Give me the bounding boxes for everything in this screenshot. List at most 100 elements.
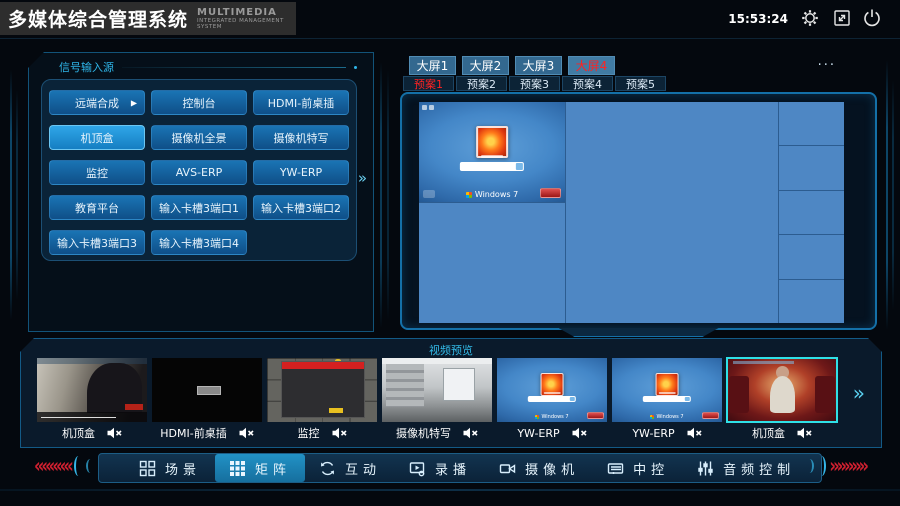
preview-item[interactable]: 摄像机特写 (382, 358, 492, 444)
wall-cell[interactable] (779, 146, 844, 189)
user-name-placeholder (481, 155, 503, 158)
nav-item-scene[interactable]: 场景 (125, 454, 215, 482)
source-button[interactable]: 输入卡槽3端口1 (151, 195, 247, 220)
preview-next-chevron-icon[interactable]: » (853, 383, 865, 403)
decorative-line (10, 70, 12, 320)
screen-panel: 大屏1 大屏2 大屏3 大屏4 预案1 预案2 预案3 预案4 预案5 ··· … (395, 52, 882, 340)
thumbnail-image: Windows 7 (612, 358, 722, 422)
source-button[interactable]: 摄像机全景 (151, 125, 247, 150)
tab-preset-3[interactable]: 预案3 (509, 76, 560, 91)
thumbnail-image (267, 358, 377, 422)
screen-tab-row: 大屏1 大屏2 大屏3 大屏4 (409, 56, 615, 75)
nav-item-interact[interactable]: 互动 (305, 454, 395, 482)
source-button[interactable]: 输入卡槽3端口4 (151, 230, 247, 255)
nav-item-audio-control[interactable]: 音频控制 (683, 454, 809, 482)
decorative-line (16, 90, 18, 300)
resize-window-icon[interactable] (832, 8, 852, 28)
control-panel-icon (607, 460, 624, 477)
interact-arrows-icon (319, 460, 336, 477)
tab-screen-4[interactable]: 大屏4 (568, 56, 615, 75)
tab-preset-2[interactable]: 预案2 (456, 76, 507, 91)
signal-source-panel-title: 信号输入源 (59, 59, 357, 75)
preview-item[interactable]: HDMI-前桌插 (152, 358, 262, 444)
audio-sliders-icon (697, 460, 714, 477)
windows-flag-icon (466, 192, 472, 198)
source-button[interactable]: AVS-ERP (151, 160, 247, 185)
app-logo: 多媒体综合管理系统 MULTIMEDIA INTEGRATED MANAGEME… (0, 2, 296, 35)
mute-icon[interactable] (687, 427, 702, 439)
page-subtitle: MULTIMEDIA INTEGRATED MANAGEMENT SYSTEM (197, 7, 296, 30)
decorative-line (886, 60, 888, 330)
preview-item[interactable]: 监控 (267, 358, 377, 444)
thumbnail-image (152, 358, 262, 422)
source-button[interactable]: 摄像机特写 (253, 125, 349, 150)
windows-login-screen: Windows 7 (419, 102, 565, 202)
wall-cell[interactable] (566, 102, 778, 323)
thumbnail-image (727, 358, 837, 422)
mute-icon[interactable] (239, 427, 254, 439)
power-icon[interactable] (862, 8, 882, 28)
more-menu-icon[interactable]: ··· (818, 58, 836, 73)
nav-item-central-control[interactable]: 中控 (593, 454, 683, 482)
mute-icon[interactable] (463, 427, 478, 439)
thumbnail-image: Windows 7 (497, 358, 607, 422)
wall-cell[interactable] (779, 102, 844, 145)
wall-cell[interactable] (779, 280, 844, 323)
tab-preset-1[interactable]: 预案1 (403, 76, 454, 91)
signal-source-grid: 远端合成▶ 控制台 HDMI-前桌插 机顶盒 摄像机全景 摄像机特写 监控 AV… (41, 79, 357, 261)
source-button[interactable]: YW-ERP (253, 160, 349, 185)
preview-item[interactable]: 机顶盒 (37, 358, 147, 444)
record-icon (409, 460, 426, 477)
user-avatar (476, 126, 508, 158)
clock: 15:53:24 (728, 12, 788, 26)
preview-item[interactable]: Windows 7 YW-ERP (612, 358, 722, 444)
matrix-grid-icon (229, 460, 246, 477)
tab-preset-5[interactable]: 预案5 (615, 76, 666, 91)
video-preview-panel: 视频预览 机顶盒 HDMI-前桌插 监控 摄像机特写 (20, 338, 882, 448)
top-divider (0, 38, 900, 39)
wall-cell[interactable] (779, 235, 844, 278)
wall-cell[interactable] (419, 203, 565, 323)
nav-item-camera[interactable]: 摄像机 (485, 454, 593, 482)
source-button[interactable]: 控制台 (151, 90, 247, 115)
source-button[interactable]: HDMI-前桌插 (253, 90, 349, 115)
source-button[interactable]: 教育平台 (49, 195, 145, 220)
mute-icon[interactable] (332, 427, 347, 439)
ease-of-access-icon (423, 190, 435, 198)
nav-item-record[interactable]: 录播 (395, 454, 485, 482)
preview-item[interactable]: Windows 7 YW-ERP (497, 358, 607, 444)
wall-cell[interactable] (779, 191, 844, 234)
settings-icon[interactable] (800, 8, 820, 28)
tab-screen-2[interactable]: 大屏2 (462, 56, 509, 75)
tab-preset-4[interactable]: 预案4 (562, 76, 613, 91)
scene-grid-icon (139, 460, 156, 477)
mute-icon[interactable] (107, 427, 122, 439)
wall-cell-windows-login[interactable]: Windows 7 (419, 102, 565, 202)
video-wall-grid: Windows 7 (419, 102, 844, 323)
window-control-icons (422, 105, 434, 110)
decorative-line (387, 70, 389, 320)
preview-thumbnails: 机顶盒 HDMI-前桌插 监控 摄像机特写 (37, 358, 837, 444)
camera-icon (499, 460, 516, 477)
mute-icon[interactable] (797, 427, 812, 439)
decorative-line (892, 80, 894, 310)
mute-icon[interactable] (572, 427, 587, 439)
panel-expand-chevron-icon[interactable]: » (358, 171, 367, 186)
source-button[interactable]: 输入卡槽3端口2 (253, 195, 349, 220)
page-title: 多媒体综合管理系统 (8, 5, 188, 32)
source-button[interactable]: 远端合成▶ (49, 90, 145, 115)
thumbnail-image (382, 358, 492, 422)
preset-tab-row: 预案1 预案2 预案3 预案4 预案5 (403, 76, 666, 91)
thumbnail-image (37, 358, 147, 422)
source-button[interactable]: 监控 (49, 160, 145, 185)
decorative-line (380, 62, 382, 328)
nav-item-matrix[interactable]: 矩阵 (215, 454, 305, 482)
tab-screen-3[interactable]: 大屏3 (515, 56, 562, 75)
login-arrow-button (515, 163, 523, 170)
tab-screen-1[interactable]: 大屏1 (409, 56, 456, 75)
decorative-line (0, 489, 900, 491)
source-button[interactable]: 输入卡槽3端口3 (49, 230, 145, 255)
source-button[interactable]: 机顶盒 (49, 125, 145, 150)
preview-item-selected[interactable]: 机顶盒 (727, 358, 837, 444)
video-wall: Windows 7 (400, 92, 877, 330)
